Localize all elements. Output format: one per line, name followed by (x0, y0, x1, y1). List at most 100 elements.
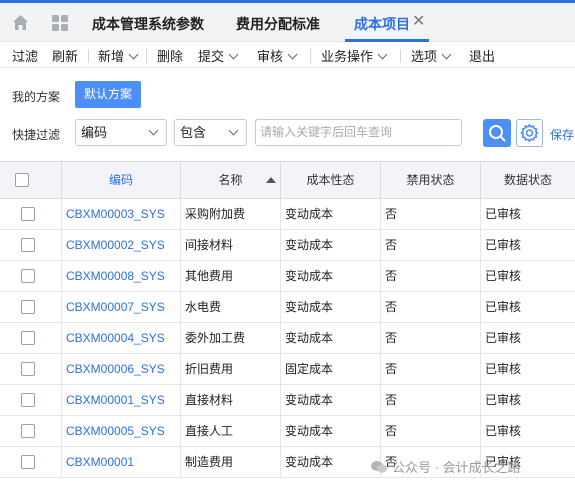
header-select-cell (0, 162, 61, 199)
filter-operator-select[interactable]: 包含 (174, 119, 247, 146)
table-row[interactable]: CBXM00002_SYS 间接材料 变动成本否已审核 (0, 230, 575, 261)
audit-label: 审核 (257, 49, 284, 64)
cell-name: 间接材料 (180, 230, 280, 260)
gear-icon (520, 123, 539, 143)
table-row[interactable]: CBXM00007_SYS 水电费 变动成本否已审核 (0, 292, 575, 323)
cell-disabled: 否 (380, 385, 480, 415)
sort-ascending-icon (266, 177, 276, 183)
header-nature[interactable]: 成本性态 (280, 162, 380, 199)
cell-code[interactable]: CBXM00005_SYS (61, 416, 180, 446)
header-name[interactable]: 名称 (180, 162, 280, 199)
cell-data-status: 已审核 (480, 261, 575, 291)
cell-name: 直接材料 (180, 385, 280, 415)
options-menu-button[interactable]: 选项 (411, 46, 452, 65)
chevron-down-icon (128, 49, 139, 60)
submit-menu-button[interactable]: 提交 (198, 46, 239, 65)
cell-disabled: 否 (380, 261, 480, 291)
cell-data-status: 已审核 (480, 323, 575, 353)
home-icon[interactable] (12, 14, 29, 31)
refresh-button[interactable]: 刷新 (52, 46, 78, 65)
table-row[interactable]: CBXM00004_SYS 委外加工费 变动成本否已审核 (0, 323, 575, 354)
quick-filter-label: 快捷过滤 (12, 128, 61, 142)
table-row[interactable]: CBXM00006_SYS 折旧费用 固定成本否已审核 (0, 354, 575, 385)
table-row[interactable]: CBXM00003_SYS 采购附加费 变动成本否已审核 (0, 199, 575, 230)
submit-label: 提交 (198, 49, 225, 64)
chevron-down-icon (148, 125, 159, 136)
cell-code[interactable]: CBXM00006_SYS (61, 354, 180, 384)
row-checkbox[interactable] (21, 269, 35, 283)
audit-menu-button[interactable]: 审核 (257, 46, 298, 65)
cell-nature: 变动成本 (280, 385, 380, 415)
filter-field-select[interactable]: 编码 (75, 119, 167, 146)
row-checkbox[interactable] (21, 300, 35, 314)
table-row[interactable]: CBXM00001_SYS 直接材料 变动成本否已审核 (0, 385, 575, 416)
divider (88, 49, 89, 63)
cell-nature: 变动成本 (280, 323, 380, 353)
add-label: 新增 (98, 49, 125, 64)
row-checkbox[interactable] (21, 331, 35, 345)
row-checkbox[interactable] (21, 424, 35, 438)
cell-name: 制造费用 (180, 447, 280, 477)
row-checkbox[interactable] (21, 238, 35, 252)
tab-bar: 成本管理系统参数 费用分配标准 成本项目 ✕ (0, 3, 575, 42)
select-all-checkbox[interactable] (15, 173, 29, 187)
cell-data-status: 已审核 (480, 354, 575, 384)
delete-button[interactable]: 删除 (157, 46, 183, 65)
search-input[interactable]: 请输入关键字后回车查询 (255, 119, 462, 146)
cell-data-status: 已审核 (480, 416, 575, 446)
tab-cost-items[interactable]: 成本项目 (354, 14, 410, 34)
cell-name: 折旧费用 (180, 354, 280, 384)
cell-disabled: 否 (380, 230, 480, 260)
cell-name: 委外加工费 (180, 323, 280, 353)
table-row[interactable]: CBXM00005_SYS 直接人工 变动成本否已审核 (0, 416, 575, 447)
tab-expense-allocation[interactable]: 费用分配标准 (236, 14, 320, 34)
cell-nature: 固定成本 (280, 354, 380, 384)
header-name-label: 名称 (218, 173, 243, 187)
business-ops-menu-button[interactable]: 业务操作 (321, 46, 388, 65)
table-header: 编码 名称 成本性态 禁用状态 数据状态 (0, 161, 575, 199)
exit-button[interactable]: 退出 (469, 46, 495, 65)
cell-code[interactable]: CBXM00001_SYS (61, 385, 180, 415)
add-menu-button[interactable]: 新增 (98, 46, 139, 65)
chevron-down-icon (377, 49, 388, 60)
cell-disabled: 否 (380, 199, 480, 229)
tab-cost-system-params[interactable]: 成本管理系统参数 (92, 14, 204, 34)
default-plan-button[interactable]: 默认方案 (75, 81, 141, 108)
table-row[interactable]: CBXM00008_SYS 其他费用 变动成本否已审核 (0, 261, 575, 292)
cell-nature: 变动成本 (280, 447, 380, 477)
filter-button[interactable]: 过滤 (12, 46, 38, 65)
row-checkbox[interactable] (21, 393, 35, 407)
close-icon[interactable]: ✕ (412, 14, 425, 30)
cell-code[interactable]: CBXM00007_SYS (61, 292, 180, 322)
business-ops-label: 业务操作 (321, 49, 374, 64)
cell-nature: 变动成本 (280, 416, 380, 446)
row-checkbox[interactable] (21, 455, 35, 469)
filter-settings-button[interactable] (516, 119, 543, 147)
filter-field-value: 编码 (81, 125, 108, 140)
row-checkbox[interactable] (21, 362, 35, 376)
cell-code[interactable]: CBXM00003_SYS (61, 199, 180, 229)
cell-nature: 变动成本 (280, 199, 380, 229)
watermark-text: 公众号 · 会计成长之路 (392, 460, 521, 475)
cell-nature: 变动成本 (280, 230, 380, 260)
options-label: 选项 (411, 49, 438, 64)
cell-code[interactable]: CBXM00004_SYS (61, 323, 180, 353)
cell-code[interactable]: CBXM00008_SYS (61, 261, 180, 291)
cell-name: 其他费用 (180, 261, 280, 291)
cell-name: 直接人工 (180, 416, 280, 446)
cell-disabled: 否 (380, 292, 480, 322)
cell-nature: 变动成本 (280, 261, 380, 291)
app-grid-icon[interactable] (52, 15, 68, 31)
header-code[interactable]: 编码 (61, 162, 180, 199)
search-button[interactable] (483, 119, 511, 147)
header-data-status[interactable]: 数据状态 (480, 162, 575, 199)
cell-code[interactable]: CBXM00001 (61, 447, 180, 477)
cell-disabled: 否 (380, 416, 480, 446)
row-checkbox[interactable] (21, 207, 35, 221)
cell-disabled: 否 (380, 323, 480, 353)
header-disabled[interactable]: 禁用状态 (380, 162, 480, 199)
cell-name: 水电费 (180, 292, 280, 322)
cell-name: 采购附加费 (180, 199, 280, 229)
save-plan-link[interactable]: 保存 (550, 126, 574, 143)
cell-code[interactable]: CBXM00002_SYS (61, 230, 180, 260)
